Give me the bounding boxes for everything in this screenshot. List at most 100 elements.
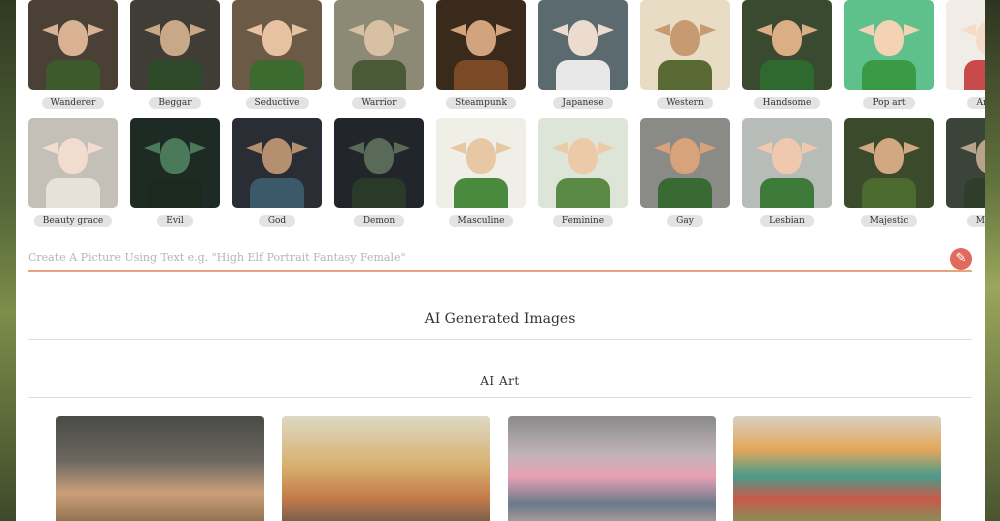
style-thumbnail-image (334, 0, 424, 90)
style-thumbnail-image (436, 0, 526, 90)
elf-ear-shape (144, 142, 160, 154)
elf-face-shape (976, 20, 985, 56)
elf-face-shape (670, 20, 700, 56)
elf-face-shape (976, 138, 985, 174)
style-option-pop-art[interactable]: Pop art (838, 0, 940, 109)
style-option-evil[interactable]: Evil (124, 118, 226, 227)
elf-ear-shape (904, 24, 920, 36)
style-label: Demon (353, 215, 405, 227)
style-label: Lesbian (760, 215, 814, 227)
elf-face-shape (670, 138, 700, 174)
style-option-handsome[interactable]: Handsome (736, 0, 838, 109)
style-option-majestic[interactable]: Majestic (838, 118, 940, 227)
style-thumbnail-image (946, 118, 985, 208)
style-thumbnail-image (130, 118, 220, 208)
elf-ear-shape (598, 142, 614, 154)
elf-face-shape (466, 20, 496, 56)
style-option-steampunk[interactable]: Steampunk (430, 0, 532, 109)
elf-face-shape (772, 138, 802, 174)
style-option-demon[interactable]: Demon (328, 118, 430, 227)
style-option-beggar[interactable]: Beggar (124, 0, 226, 109)
style-thumbnail-image (742, 118, 832, 208)
style-option-mystic[interactable]: Mystic (940, 118, 985, 227)
style-label: Gay (667, 215, 703, 227)
generate-brush-button[interactable]: ✎ (950, 248, 972, 270)
elf-ear-shape (496, 24, 512, 36)
elf-face-shape (160, 138, 190, 174)
elf-ear-shape (144, 24, 160, 36)
style-label: Japanese (553, 97, 613, 109)
elf-body-shape (250, 178, 304, 208)
elf-ear-shape (598, 24, 614, 36)
elf-body-shape (658, 178, 712, 208)
style-option-seductive[interactable]: Seductive (226, 0, 328, 109)
divider (28, 397, 972, 398)
style-label: Pop art (863, 97, 915, 109)
style-thumbnail-image (436, 118, 526, 208)
elf-body-shape (556, 60, 610, 90)
elf-ear-shape (246, 24, 262, 36)
style-option-god[interactable]: God (226, 118, 328, 227)
style-option-gay[interactable]: Gay (634, 118, 736, 227)
elf-body-shape (556, 178, 610, 208)
prompt-input[interactable] (28, 246, 928, 269)
elf-ear-shape (42, 24, 58, 36)
elf-ear-shape (450, 142, 466, 154)
style-thumbnail-image (538, 118, 628, 208)
style-thumbnail-image (130, 0, 220, 90)
style-option-masculine[interactable]: Masculine (430, 118, 532, 227)
elf-ear-shape (552, 24, 568, 36)
elf-ear-shape (552, 142, 568, 154)
elf-ear-shape (858, 142, 874, 154)
art-card-elf-portrait[interactable] (56, 416, 264, 521)
style-option-wanderer[interactable]: Wanderer (22, 0, 124, 109)
style-label: Masculine (448, 215, 514, 227)
brush-icon: ✎ (955, 251, 967, 266)
style-label: God (258, 215, 296, 227)
elf-ear-shape (960, 24, 976, 36)
elf-body-shape (862, 60, 916, 90)
elf-body-shape (352, 178, 406, 208)
style-label: Wanderer (41, 97, 105, 109)
style-label: Feminine (552, 215, 614, 227)
elf-body-shape (964, 178, 985, 208)
style-label: Warrior (352, 97, 406, 109)
elf-face-shape (772, 20, 802, 56)
style-label: Beggar (149, 97, 201, 109)
style-thumbnail-image (232, 118, 322, 208)
style-label: Seductive (245, 97, 309, 109)
style-label: Steampunk (446, 97, 516, 109)
elf-ear-shape (802, 142, 818, 154)
elf-face-shape (568, 138, 598, 174)
elf-ear-shape (700, 24, 716, 36)
style-option-japanese[interactable]: Japanese (532, 0, 634, 109)
art-card-cowboy-cartoon[interactable] (282, 416, 490, 521)
elf-ear-shape (292, 24, 308, 36)
style-option-beauty-grace[interactable]: Beauty grace (22, 118, 124, 227)
style-option-feminine[interactable]: Feminine (532, 118, 634, 227)
elf-ear-shape (246, 142, 262, 154)
divider (28, 339, 972, 340)
art-card-mountain-watercolor[interactable] (508, 416, 716, 521)
style-thumbnail-image (334, 118, 424, 208)
style-thumbnail-image (28, 0, 118, 90)
art-card-house-watercolor[interactable] (733, 416, 941, 521)
style-option-lesbian[interactable]: Lesbian (736, 118, 838, 227)
elf-ear-shape (348, 24, 364, 36)
elf-face-shape (874, 20, 904, 56)
elf-ear-shape (88, 24, 104, 36)
prompt-bar: ✎ (28, 246, 972, 272)
elf-ear-shape (802, 24, 818, 36)
elf-face-shape (58, 20, 88, 56)
style-option-western[interactable]: Western (634, 0, 736, 109)
style-option-warrior[interactable]: Warrior (328, 0, 430, 109)
elf-ear-shape (960, 142, 976, 154)
elf-ear-shape (654, 142, 670, 154)
elf-ear-shape (756, 24, 772, 36)
elf-face-shape (466, 138, 496, 174)
elf-ear-shape (904, 142, 920, 154)
elf-face-shape (262, 138, 292, 174)
elf-ear-shape (450, 24, 466, 36)
style-option-anime[interactable]: Anime (940, 0, 985, 109)
elf-ear-shape (496, 142, 512, 154)
